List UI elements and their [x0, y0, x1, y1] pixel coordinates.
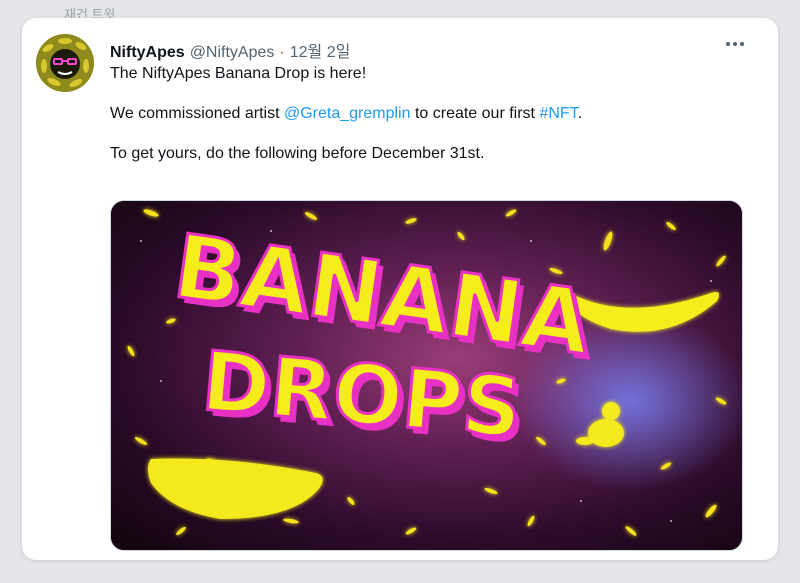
line2-suffix: . — [577, 105, 583, 122]
tweet-line-1: The NiftyApes Banana Drop is here! — [110, 65, 367, 82]
line2-prefix: We commissioned artist — [110, 105, 284, 122]
hashtag-link[interactable]: #NFT — [539, 105, 577, 122]
separator-dot: · — [279, 44, 285, 61]
tweet-line-2: We commissioned artist @Greta_gremplin t… — [110, 104, 750, 124]
avatar[interactable] — [36, 34, 94, 92]
banana-drops-artwork: BANANA BANANA DROPS DROPS — [111, 201, 742, 550]
avatar-image — [36, 34, 94, 92]
tweet-line-3: To get yours, do the following before De… — [110, 145, 485, 162]
line2-middle: to create our first — [410, 105, 540, 122]
tweet-media[interactable]: BANANA BANANA DROPS DROPS — [110, 200, 743, 551]
more-horizontal-icon[interactable] — [724, 34, 746, 58]
author-handle[interactable]: @NiftyApes — [190, 44, 275, 62]
tweet-date[interactable]: 12월 2일 — [290, 38, 351, 62]
tweet-card[interactable]: NiftyApes @NiftyApes · 12월 2일 The NiftyA… — [22, 18, 778, 560]
author-name[interactable]: NiftyApes — [110, 44, 185, 62]
tweet-text: The NiftyApes Banana Drop is here! We co… — [110, 64, 750, 184]
tweet-header: NiftyApes @NiftyApes · 12월 2일 — [110, 38, 350, 62]
mention-link[interactable]: @Greta_gremplin — [284, 105, 411, 122]
